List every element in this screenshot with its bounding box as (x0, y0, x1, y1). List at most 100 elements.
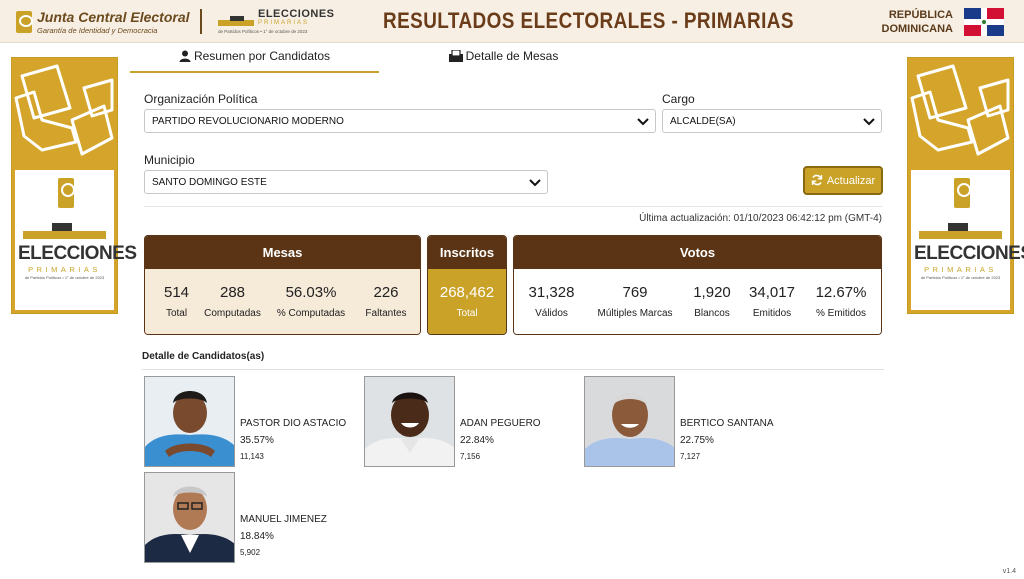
banner-title: ELECCIONES (914, 243, 1024, 264)
cargo-label: Cargo (662, 92, 695, 106)
mesas-body: 514 Total 288 Computadas 56.03% % Comput… (145, 269, 420, 334)
municipio-label: Municipio (144, 153, 195, 167)
ballot-icon (230, 16, 244, 21)
banner-footer: de Partidos Políticos • 1° de octubre de… (24, 275, 105, 280)
candidate-card: ADAN PEGUERO 22.84% 7,156 (364, 376, 574, 468)
update-button-label: Actualizar (826, 175, 876, 187)
header-divider (200, 9, 202, 34)
stat-label: Blancos (694, 308, 730, 319)
candidate-photo (144, 376, 235, 467)
candidate-votes: 5,902 (240, 548, 261, 557)
stat-label: Válidos (535, 308, 568, 319)
cargo-select[interactable]: ALCALDE(SA) (662, 109, 882, 133)
inscritos-card: Inscritos 268,462 Total (427, 235, 507, 335)
candidate-name: PASTOR DIO ASTACIO (240, 418, 347, 429)
stat-label: % Computadas (276, 308, 346, 319)
ballot-box-icon (448, 50, 463, 62)
municipio-select[interactable]: SANTO DOMINGO ESTE (144, 170, 548, 194)
votos-body: 31,328 Válidos 769 Múltiples Marcas 1,92… (514, 269, 881, 334)
stat-value: 34,017 (749, 284, 795, 301)
candidate-percent: 18.84% (240, 531, 274, 542)
inscritos-title: Inscritos (428, 236, 506, 269)
page-title: RESULTADOS ELECTORALES - PRIMARIAS (383, 8, 794, 33)
country-name: REPÚBLICA DOMINICANA (882, 8, 954, 36)
votos-card: Votos 31,328 Válidos 769 Múltiples Marca… (513, 235, 882, 335)
stat-value: 514 (163, 284, 190, 301)
ballot-box-icon (919, 231, 1002, 239)
chevron-down-icon (863, 118, 875, 126)
country-line-1: REPÚBLICA (888, 9, 953, 21)
left-banner: ELECCIONES PRIMARIAS de Partidos Polític… (11, 57, 137, 314)
mesas-title: Mesas (145, 236, 420, 269)
mesas-card: Mesas 514 Total 288 Computadas 56.03% % … (144, 235, 421, 335)
candidate-votes: 7,127 (680, 452, 701, 461)
stat-value: 226 (373, 284, 399, 301)
ballot-box-icon (23, 231, 106, 239)
header-bar: Junta Central Electoral Garantía de Iden… (0, 0, 1024, 43)
stat-value: 31,328 (528, 284, 575, 301)
voting-hand-icon (14, 64, 114, 156)
jce-logo-icon (16, 11, 33, 33)
logo-subtitle: PRIMARIAS (258, 20, 310, 26)
jce-logo-icon (58, 178, 75, 208)
right-banner: ELECCIONES PRIMARIAS de Partidos Polític… (907, 57, 1024, 314)
divider (144, 206, 882, 207)
stat-label: % Emitidos (815, 308, 866, 319)
stat-label: Múltiples Marcas (597, 308, 673, 319)
stat-value: 268,462 (439, 284, 495, 301)
inscritos-body: 268,462 Total (428, 269, 506, 334)
elecciones-logo: ELECCIONES PRIMARIAS de Partidos Polític… (218, 8, 334, 36)
tab-label: Detalle de Mesas (465, 49, 559, 63)
brand-title: Junta Central Electoral (37, 9, 190, 25)
banner-title: ELECCIONES (18, 243, 137, 264)
org-select[interactable]: PARTIDO REVOLUCIONARIO MODERNO (144, 109, 656, 133)
votos-title: Votos (514, 236, 881, 269)
update-button[interactable]: Actualizar (803, 166, 883, 195)
logo-footer: de Partidos Políticos • 1° de octubre de… (218, 29, 308, 34)
tab-resumen-candidatos[interactable]: Resumen por Candidatos (130, 49, 379, 73)
stat-value: 1,920 (693, 284, 731, 301)
elecciones-panel: ELECCIONES PRIMARIAS de Partidos Polític… (911, 170, 1024, 310)
refresh-icon (811, 174, 823, 186)
stat-label: Computadas (204, 308, 261, 319)
country-line-2: DOMINICANA (881, 23, 954, 35)
user-icon (179, 50, 191, 62)
last-update-text: Última actualización: 01/10/2023 06:42:1… (639, 213, 882, 224)
cargo-select-value: ALCALDE(SA) (670, 116, 736, 127)
candidate-card: BERTICO SANTANA 22.75% 7,127 (584, 376, 794, 468)
candidate-card: PASTOR DIO ASTACIO 35.57% 11,143 (144, 376, 354, 468)
org-label: Organización Política (144, 92, 258, 106)
stat-value: 56.03% (285, 284, 337, 301)
divider (142, 369, 884, 370)
chevron-down-icon (637, 118, 649, 126)
candidate-card: MANUEL JIMENEZ 18.84% 5,902 (144, 472, 354, 564)
stat-label: Faltantes (365, 308, 407, 319)
stat-value: 288 (219, 284, 246, 301)
stat-label: Total (456, 308, 478, 319)
candidate-name: BERTICO SANTANA (680, 418, 774, 429)
org-select-value: PARTIDO REVOLUCIONARIO MODERNO (152, 116, 344, 127)
tab-label: Resumen por Candidatos (193, 49, 331, 63)
stat-label: Emitidos (752, 308, 792, 319)
banner-subtitle: PRIMARIAS (924, 265, 997, 274)
stat-value: 769 (622, 284, 648, 301)
candidate-percent: 22.75% (680, 435, 714, 446)
candidate-percent: 35.57% (240, 435, 274, 446)
brand-subtitle: Garantía de Identidad y Democracia (37, 26, 158, 35)
candidate-photo (364, 376, 455, 467)
banner-subtitle: PRIMARIAS (28, 265, 101, 274)
logo-title: ELECCIONES (258, 8, 335, 20)
candidate-photo (584, 376, 675, 467)
jce-logo-icon (954, 178, 971, 208)
page: Junta Central Electoral Garantía de Iden… (0, 0, 1024, 579)
tab-detalle-mesas[interactable]: Detalle de Mesas (379, 49, 628, 73)
version-label: v1.4 (1002, 568, 1016, 575)
candidate-percent: 22.84% (460, 435, 494, 446)
candidate-name: ADAN PEGUERO (460, 418, 541, 429)
chevron-down-icon (529, 179, 541, 187)
candidate-votes: 11,143 (240, 452, 264, 461)
banner-footer: de Partidos Políticos • 1° de octubre de… (920, 275, 1001, 280)
candidate-photo (144, 472, 235, 563)
candidate-votes: 7,156 (460, 452, 481, 461)
candidate-name: MANUEL JIMENEZ (240, 514, 327, 525)
